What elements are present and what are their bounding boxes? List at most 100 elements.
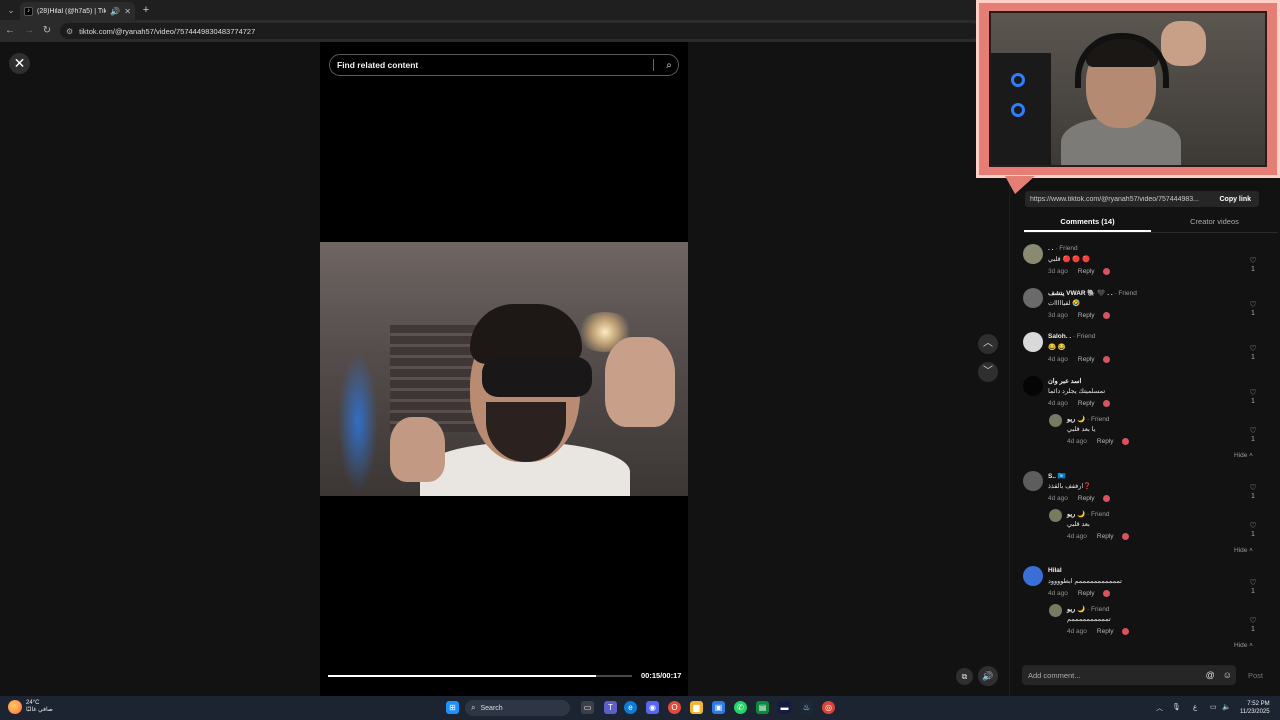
comment-meta: 3d ago Reply	[1048, 268, 1110, 275]
mention-icon[interactable]: @	[1202, 670, 1219, 680]
pip-icon[interactable]: ⧉	[956, 668, 973, 685]
forward-icon[interactable]: →	[23, 25, 35, 37]
tab-audio-icon[interactable]: 🔊	[110, 7, 120, 16]
teams-icon[interactable]: T	[604, 701, 617, 714]
comment-username[interactable]: ريو 🌙 · Friend	[1067, 605, 1109, 613]
related-search-box[interactable]: Find related content ⌕	[329, 54, 679, 76]
friend-label: · Friend	[1071, 333, 1096, 340]
reply-button[interactable]: Reply	[1097, 438, 1114, 445]
like-button[interactable]: ♡ 1	[1248, 300, 1258, 317]
comment-username[interactable]: ريو 🌙 · Friend	[1067, 415, 1109, 423]
system-clock[interactable]: 7:52 PM 11/23/2025	[1240, 700, 1270, 716]
hide-replies-button[interactable]: Hide ˄	[1234, 547, 1253, 554]
close-video-button[interactable]: ✕	[9, 53, 30, 74]
emoji-icon[interactable]: ☺	[1219, 670, 1236, 680]
comment-username[interactable]: اسد عبر وان	[1048, 377, 1081, 385]
heart-icon: ♡	[1249, 483, 1257, 492]
streamer-hand	[1161, 21, 1206, 66]
reload-icon[interactable]: ↻	[41, 25, 53, 37]
like-button[interactable]: ♡ 1	[1248, 521, 1258, 538]
discord-icon[interactable]: ◉	[646, 701, 659, 714]
avatar[interactable]	[1023, 288, 1043, 308]
avatar[interactable]	[1023, 332, 1043, 352]
reply-button[interactable]: Reply	[1078, 356, 1095, 363]
tab-creator-videos[interactable]: Creator videos	[1151, 213, 1278, 232]
steam-icon[interactable]: ♨	[800, 701, 813, 714]
language-indicator[interactable]: ع	[1193, 703, 1197, 711]
network-icon[interactable]: ▭	[1210, 703, 1217, 711]
new-tab-button[interactable]: +	[140, 3, 152, 17]
post-button[interactable]: Post	[1248, 671, 1263, 680]
search-placeholder: Find related content	[337, 60, 419, 70]
chevron-down-icon: ﹀	[983, 366, 993, 377]
comment-username[interactable]: ريو 🌙 · Friend	[1067, 510, 1109, 518]
comment-time: 4d ago	[1067, 438, 1087, 446]
hide-replies-button[interactable]: Hide ˄	[1234, 642, 1253, 649]
like-button[interactable]: ♡ 1	[1248, 426, 1258, 443]
like-count: 1	[1251, 398, 1255, 405]
weather-widget[interactable]: 24°C صافي غالبًا	[8, 700, 53, 714]
like-button[interactable]: ♡ 1	[1248, 344, 1258, 361]
next-video-button[interactable]: ﹀	[978, 362, 998, 382]
opera-icon[interactable]: O	[668, 701, 681, 714]
comment-username[interactable]: يتشف VWAR 🐘 🖤 . . · Friend	[1048, 289, 1137, 297]
comment-username[interactable]: . . · Friend	[1048, 245, 1078, 252]
comment-username[interactable]: S.. 🇺🇳	[1048, 472, 1066, 480]
site-info-icon[interactable]: ⚙	[66, 27, 73, 36]
previous-video-button[interactable]: ︿	[978, 334, 998, 354]
reply-button[interactable]: Reply	[1097, 628, 1114, 635]
browser-tab[interactable]: ♪ (28)Hilal (@h7a5) | TikTok 🔊 ✕	[20, 2, 135, 20]
comment-username[interactable]: Saloh. . · Friend	[1048, 333, 1095, 340]
comment-time: 4d ago	[1067, 628, 1087, 636]
avatar[interactable]	[1049, 604, 1062, 617]
tab-search-dropdown-icon[interactable]: ⌄	[4, 3, 18, 17]
avatar[interactable]	[1023, 244, 1043, 264]
comment-time: 4d ago	[1048, 495, 1068, 503]
speaker-icon[interactable]: 🔈	[1222, 703, 1231, 711]
creator-liked-icon	[1102, 590, 1110, 597]
avatar[interactable]	[1049, 414, 1062, 427]
taskbar-search[interactable]: ⌕ Search	[465, 700, 570, 716]
comment-text: بعد قلبي	[1067, 521, 1090, 528]
whatsapp-icon[interactable]: ✆	[734, 701, 747, 714]
like-button[interactable]: ♡ 1	[1248, 578, 1258, 595]
like-button[interactable]: ♡ 1	[1248, 616, 1258, 633]
add-comment-field[interactable]: Add comment... @ ☺	[1022, 665, 1236, 685]
reply-button[interactable]: Reply	[1097, 533, 1114, 540]
friend-label: · Friend	[1085, 416, 1110, 423]
creator-liked-icon	[1121, 628, 1129, 635]
avatar[interactable]	[1023, 376, 1043, 396]
microphone-icon[interactable]: 🎙	[1172, 703, 1181, 711]
back-icon[interactable]: ←	[4, 25, 16, 37]
store-icon[interactable]: ▣	[712, 701, 725, 714]
reply-button[interactable]: Reply	[1078, 268, 1095, 275]
copy-link-button[interactable]: Copy link	[1211, 196, 1259, 203]
hide-replies-button[interactable]: Hide ˄	[1234, 452, 1253, 459]
avatar[interactable]	[1049, 509, 1062, 522]
chrome-icon[interactable]: ◎	[822, 701, 835, 714]
avatar[interactable]	[1023, 471, 1043, 491]
weather-temp: 24°C	[26, 700, 40, 706]
comment-username[interactable]: Hilal	[1048, 567, 1062, 574]
like-button[interactable]: ♡ 1	[1248, 256, 1258, 273]
task-view-icon[interactable]: ▭	[581, 701, 594, 714]
file-explorer-icon[interactable]: ▆	[690, 701, 703, 714]
app-icon[interactable]: ▤	[756, 701, 769, 714]
reply-button[interactable]: Reply	[1078, 400, 1095, 407]
reply-button[interactable]: Reply	[1078, 312, 1095, 319]
edge-icon[interactable]: e	[624, 701, 637, 714]
start-icon[interactable]: ⊞	[446, 701, 459, 714]
like-button[interactable]: ♡ 1	[1248, 388, 1258, 405]
reply-button[interactable]: Reply	[1078, 590, 1095, 597]
address-bar[interactable]: ⚙ tiktok.com/@ryanah57/video/75744498304…	[60, 23, 980, 39]
video-frame[interactable]	[320, 242, 688, 496]
tab-comments[interactable]: Comments (14)	[1024, 213, 1151, 232]
reply-button[interactable]: Reply	[1078, 495, 1095, 502]
tray-chevron-icon[interactable]: ︿	[1156, 703, 1163, 713]
avatar[interactable]	[1023, 566, 1043, 586]
volume-icon[interactable]: 🔊	[978, 666, 998, 686]
like-button[interactable]: ♡ 1	[1248, 483, 1258, 500]
tab-close-icon[interactable]: ✕	[124, 7, 131, 16]
search-icon[interactable]: ⌕	[660, 60, 678, 71]
app-icon-2[interactable]: ▬	[778, 701, 791, 714]
